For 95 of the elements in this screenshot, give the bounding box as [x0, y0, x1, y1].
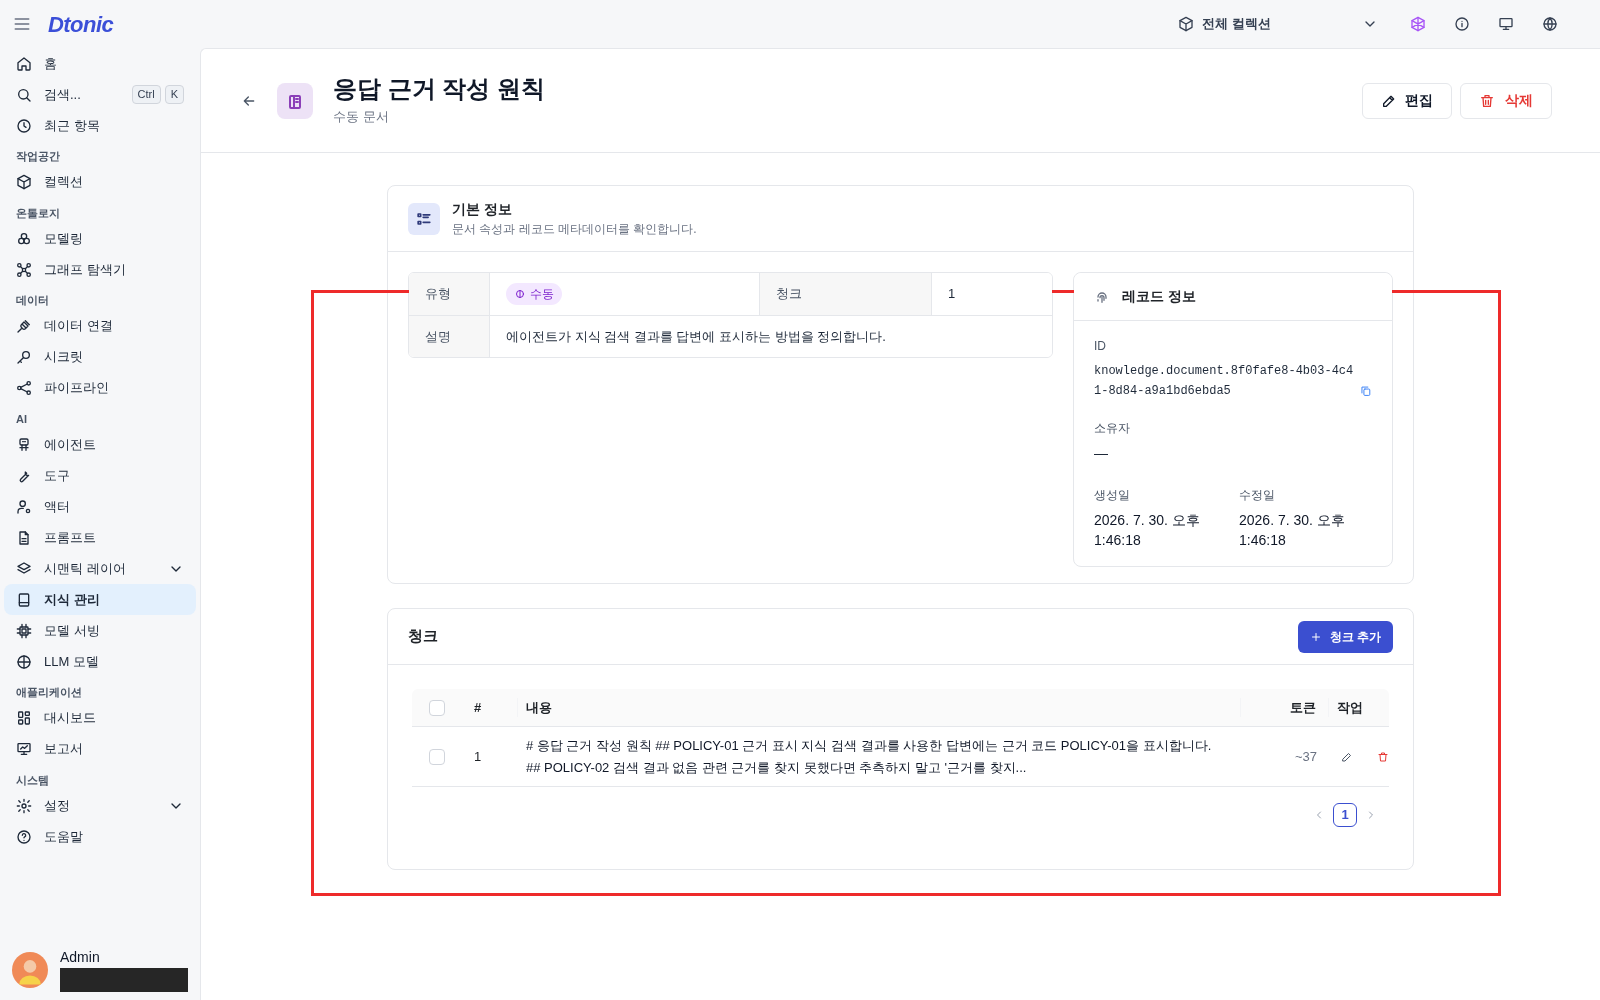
sidebar-item[interactable]: 컬렉션: [4, 166, 196, 198]
sidebar-item[interactable]: 데이터 연결: [4, 310, 196, 342]
sidebar-item[interactable]: 홈: [4, 48, 196, 79]
collection-dropdown[interactable]: 전체 컬렉션: [1178, 14, 1378, 34]
search-icon: [16, 86, 32, 103]
avatar[interactable]: [12, 949, 48, 990]
field-label: 청크: [759, 273, 931, 315]
section-heading: 애플리케이션: [15, 685, 83, 700]
graph-icon: [16, 261, 32, 278]
user-gear-icon: [16, 498, 32, 515]
page-subtitle: 수동 문서: [333, 107, 390, 126]
sidebar-item[interactable]: 시맨틱 레이어: [4, 553, 196, 584]
polyhedron-icon[interactable]: [1410, 16, 1426, 32]
sidebar-item[interactable]: 그래프 탐색기: [4, 254, 196, 285]
field-label: 소유자: [1094, 420, 1131, 437]
sidebar-item[interactable]: 모델 서빙: [4, 615, 196, 646]
column-header: 내용: [518, 697, 1241, 718]
clock-icon: [16, 117, 32, 134]
field-value: —: [1094, 444, 1109, 463]
record-id: knowledge.document.8f0fafe8-4b03-4c41-8d84-a9a1bd6ebda5: [1094, 363, 1355, 400]
section-heading: 온톨로지: [15, 205, 61, 221]
sidebar-item[interactable]: 모델링: [4, 223, 196, 254]
monitor-icon[interactable]: [1498, 16, 1514, 32]
home-icon: [16, 55, 32, 72]
plus-icon: [1309, 630, 1322, 643]
field-label: 생성일: [1094, 487, 1131, 504]
list-icon: [408, 202, 440, 235]
presentation-icon: [16, 741, 32, 757]
pencil-icon[interactable]: [1341, 750, 1353, 763]
cube-icon: [1178, 16, 1194, 32]
sidebar-item[interactable]: 지식 관리: [4, 584, 196, 615]
cube-icon: [16, 174, 32, 190]
field-label: ID: [1094, 338, 1107, 355]
globe-icon[interactable]: [1542, 16, 1558, 32]
nodes-icon: [16, 380, 32, 396]
sidebar-item[interactable]: 파이프라인: [4, 372, 196, 404]
trash-icon: [1479, 92, 1495, 109]
sidebar-item[interactable]: 도구: [4, 460, 196, 491]
help-icon: [16, 828, 32, 845]
card-title: 청크: [408, 626, 438, 647]
shortcut-key: Ctrl: [131, 85, 161, 104]
field-label: 설명: [409, 316, 489, 357]
row-checkbox[interactable]: [429, 748, 445, 765]
table-cell-text: 1: [473, 747, 483, 766]
info-icon[interactable]: [1454, 16, 1470, 32]
type-badge: 수동: [506, 283, 562, 305]
book-icon: [16, 591, 32, 608]
sidebar-item[interactable]: 시크릿: [4, 341, 196, 373]
sidebar-item[interactable]: 검색... Ctrl K: [4, 79, 196, 110]
robot-icon: [16, 436, 32, 453]
sidebar-item[interactable]: 프롬프트: [4, 522, 196, 553]
plug-icon: [16, 318, 32, 334]
page-button[interactable]: 1: [1333, 803, 1357, 827]
field-value: 2026. 7. 30. 오후 1:46:18: [1239, 511, 1346, 550]
sidebar-item[interactable]: LLM 모델: [4, 646, 196, 677]
field-value: 1: [948, 285, 956, 304]
table-cell-text: # 응답 근거 작성 원칙 ## POLICY-01 근거 표시 지식 검색 결과를 사용한 답변에는 근거 코드 POLICY-01을 표시합니다. ## POLICY-02 검색 결과 없음 관련 근거를 찾지 못했다면 추측하지 말고 '근거를 찾지...: [525, 736, 1213, 777]
field-label: 유형: [409, 273, 489, 315]
card-subtitle: 문서 속성과 레코드 메타데이터를 확인합니다.: [452, 221, 697, 238]
sidebar-item[interactable]: 최근 항목: [4, 110, 196, 141]
trash-icon[interactable]: [1377, 750, 1389, 763]
edit-button[interactable]: 편집: [1362, 82, 1452, 119]
field-value: 2026. 7. 30. 오후 1:46:18: [1094, 511, 1201, 550]
user-name: Admin: [60, 948, 101, 967]
column-header: 작업: [1336, 698, 1364, 717]
brand-logo[interactable]: Dtonic: [48, 7, 114, 41]
panel-title: 레코드 정보: [1122, 287, 1196, 306]
notebook-icon: [277, 82, 313, 119]
page-title: 응답 근거 작성 원칙: [333, 73, 546, 104]
section-heading: 시스템: [15, 772, 50, 788]
chip-icon: [16, 622, 32, 639]
select-all-checkbox[interactable]: [429, 699, 445, 716]
field-label: 수정일: [1239, 487, 1276, 504]
shortcut-key: K: [164, 85, 184, 104]
sidebar-item[interactable]: 도움말: [4, 821, 196, 852]
document-icon: [16, 529, 32, 546]
circles-icon: [16, 230, 32, 247]
field-value: 에이전트가 지식 검색 결과를 답변에 표시하는 방법을 정의합니다.: [506, 327, 886, 346]
sidebar-item[interactable]: 액터: [4, 491, 196, 522]
key-icon: [16, 349, 32, 365]
column-header: #: [462, 697, 518, 718]
column-header: 토큰: [1241, 697, 1329, 718]
table-cell-text: ~37: [1293, 747, 1318, 766]
section-heading: 데이터: [15, 293, 50, 308]
add-chunk-button[interactable]: 청크 추가: [1297, 620, 1393, 653]
section-heading: 작업공간: [15, 149, 61, 164]
sidebar-item[interactable]: 설정: [4, 790, 196, 821]
sidebar-item[interactable]: 대시보드: [4, 702, 196, 734]
delete-button[interactable]: 삭제: [1460, 82, 1552, 119]
copy-icon[interactable]: [1360, 385, 1372, 397]
sidebar-item[interactable]: 보고서: [4, 733, 196, 765]
section-heading: AI: [15, 411, 28, 427]
sidebar-item[interactable]: 에이전트: [4, 429, 196, 460]
card-title: 기본 정보: [452, 200, 513, 219]
grid-icon: [16, 710, 32, 726]
